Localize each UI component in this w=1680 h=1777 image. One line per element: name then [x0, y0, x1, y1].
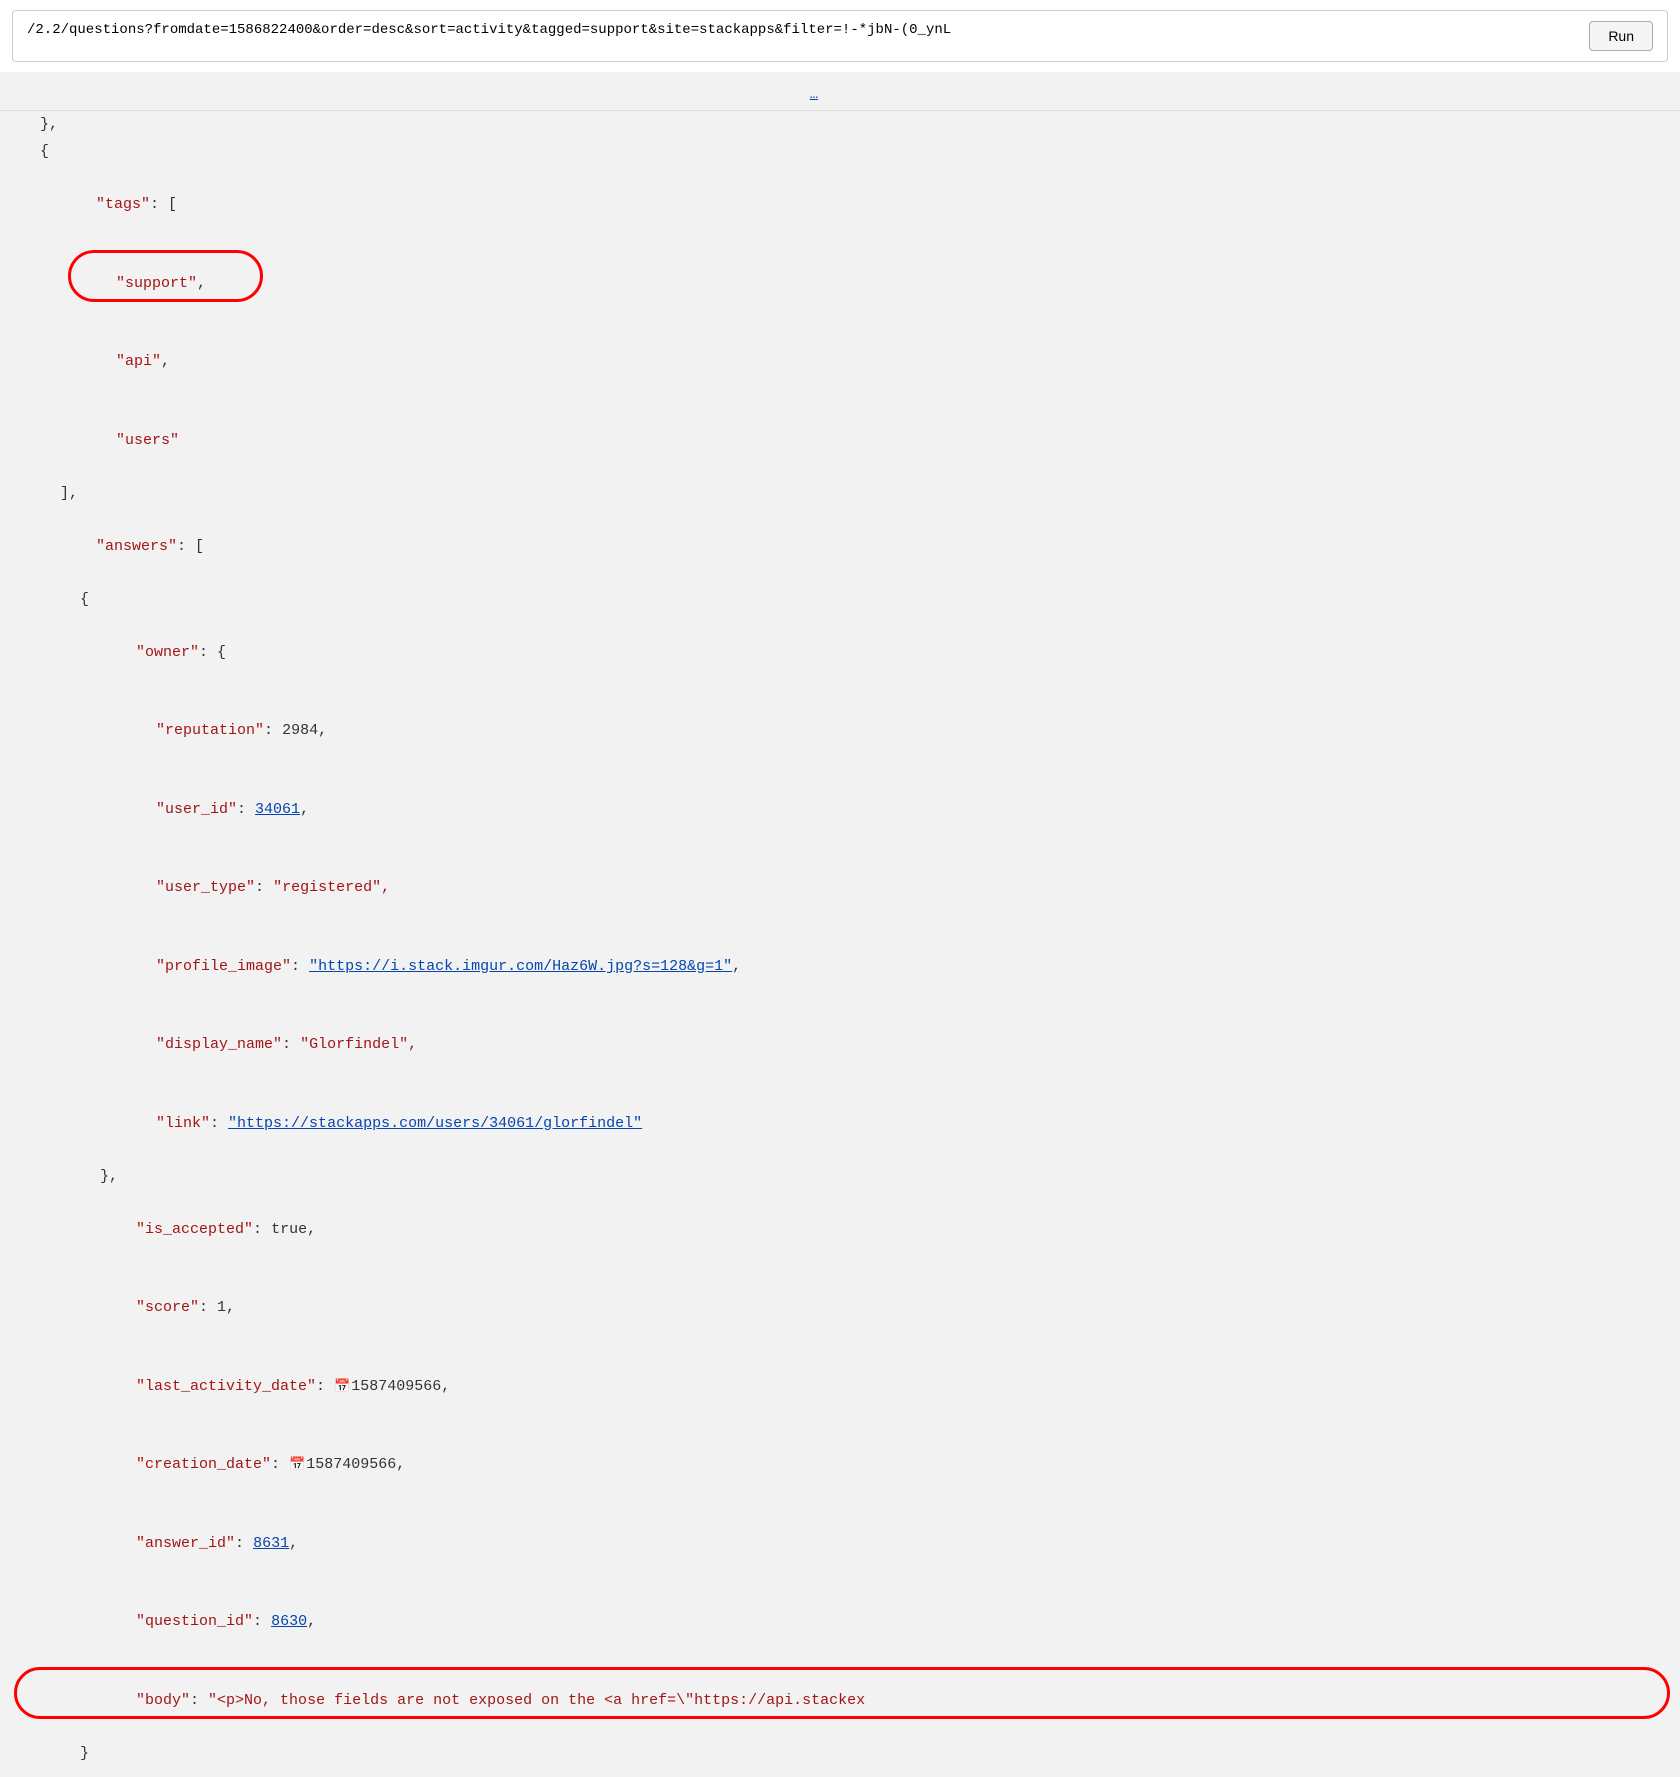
profile-image-link[interactable]: "https://i.stack.imgur.com/Haz6W.jpg?s=1… [309, 958, 732, 975]
calendar-icon-2: 📅 [289, 1454, 305, 1476]
question-id-link[interactable]: 8630 [271, 1613, 307, 1630]
answers-open-brace: { [0, 586, 1680, 614]
last-activity-line: "last_activity_date": 📅1587409566, [0, 1347, 1680, 1426]
owner-key-line: "owner": { [0, 613, 1680, 692]
tags-close-line: ], [0, 480, 1680, 508]
answer-id-link[interactable]: 8631 [253, 1535, 289, 1552]
user-link[interactable]: "https://stackapps.com/users/34061/glorf… [228, 1115, 642, 1132]
is-accepted-line: "is_accepted": true, [0, 1190, 1680, 1269]
tag-users-line: "users" [0, 401, 1680, 480]
user-id-line: "user_id": 34061, [0, 770, 1680, 849]
score-line: "score": 1, [0, 1269, 1680, 1348]
reputation-line: "reputation": 2984, [0, 692, 1680, 771]
question-id-line: "question_id": 8630, [0, 1583, 1680, 1662]
url-bar: /2.2/questions?fromdate=1586822400&order… [12, 10, 1668, 62]
open-brace-2: { [0, 138, 1680, 166]
user-id-link[interactable]: 34061 [255, 801, 300, 818]
tag-support-line: "support", [0, 244, 1680, 323]
body-line: "body": "<p>No, those fields are not exp… [0, 1661, 1680, 1740]
creation-date-line: "creation_date": 📅1587409566, [0, 1426, 1680, 1505]
profile-image-line: "profile_image": "https://i.stack.imgur.… [0, 927, 1680, 1006]
tag-api-line: "api", [0, 323, 1680, 402]
link-line: "link": "https://stackapps.com/users/340… [0, 1084, 1680, 1163]
json-response-area: … }, { "tags": [ "support", "api", "user… [0, 72, 1680, 1777]
answer-close-brace: } [0, 1740, 1680, 1768]
user-type-line: "user_type": "registered", [0, 849, 1680, 928]
owner-close: }, [0, 1163, 1680, 1191]
run-button[interactable]: Run [1589, 21, 1653, 51]
answer-id-line: "answer_id": 8631, [0, 1504, 1680, 1583]
calendar-icon-1: 📅 [334, 1376, 350, 1398]
top-partial-line: … [0, 82, 1680, 111]
tags-key-line: "tags": [ [0, 166, 1680, 245]
closing-brace-1: }, [0, 111, 1680, 139]
url-input[interactable]: /2.2/questions?fromdate=1586822400&order… [27, 21, 1577, 41]
answers-key-line: "answers": [ [0, 507, 1680, 586]
display-name-line: "display_name": "Glorfindel", [0, 1006, 1680, 1085]
